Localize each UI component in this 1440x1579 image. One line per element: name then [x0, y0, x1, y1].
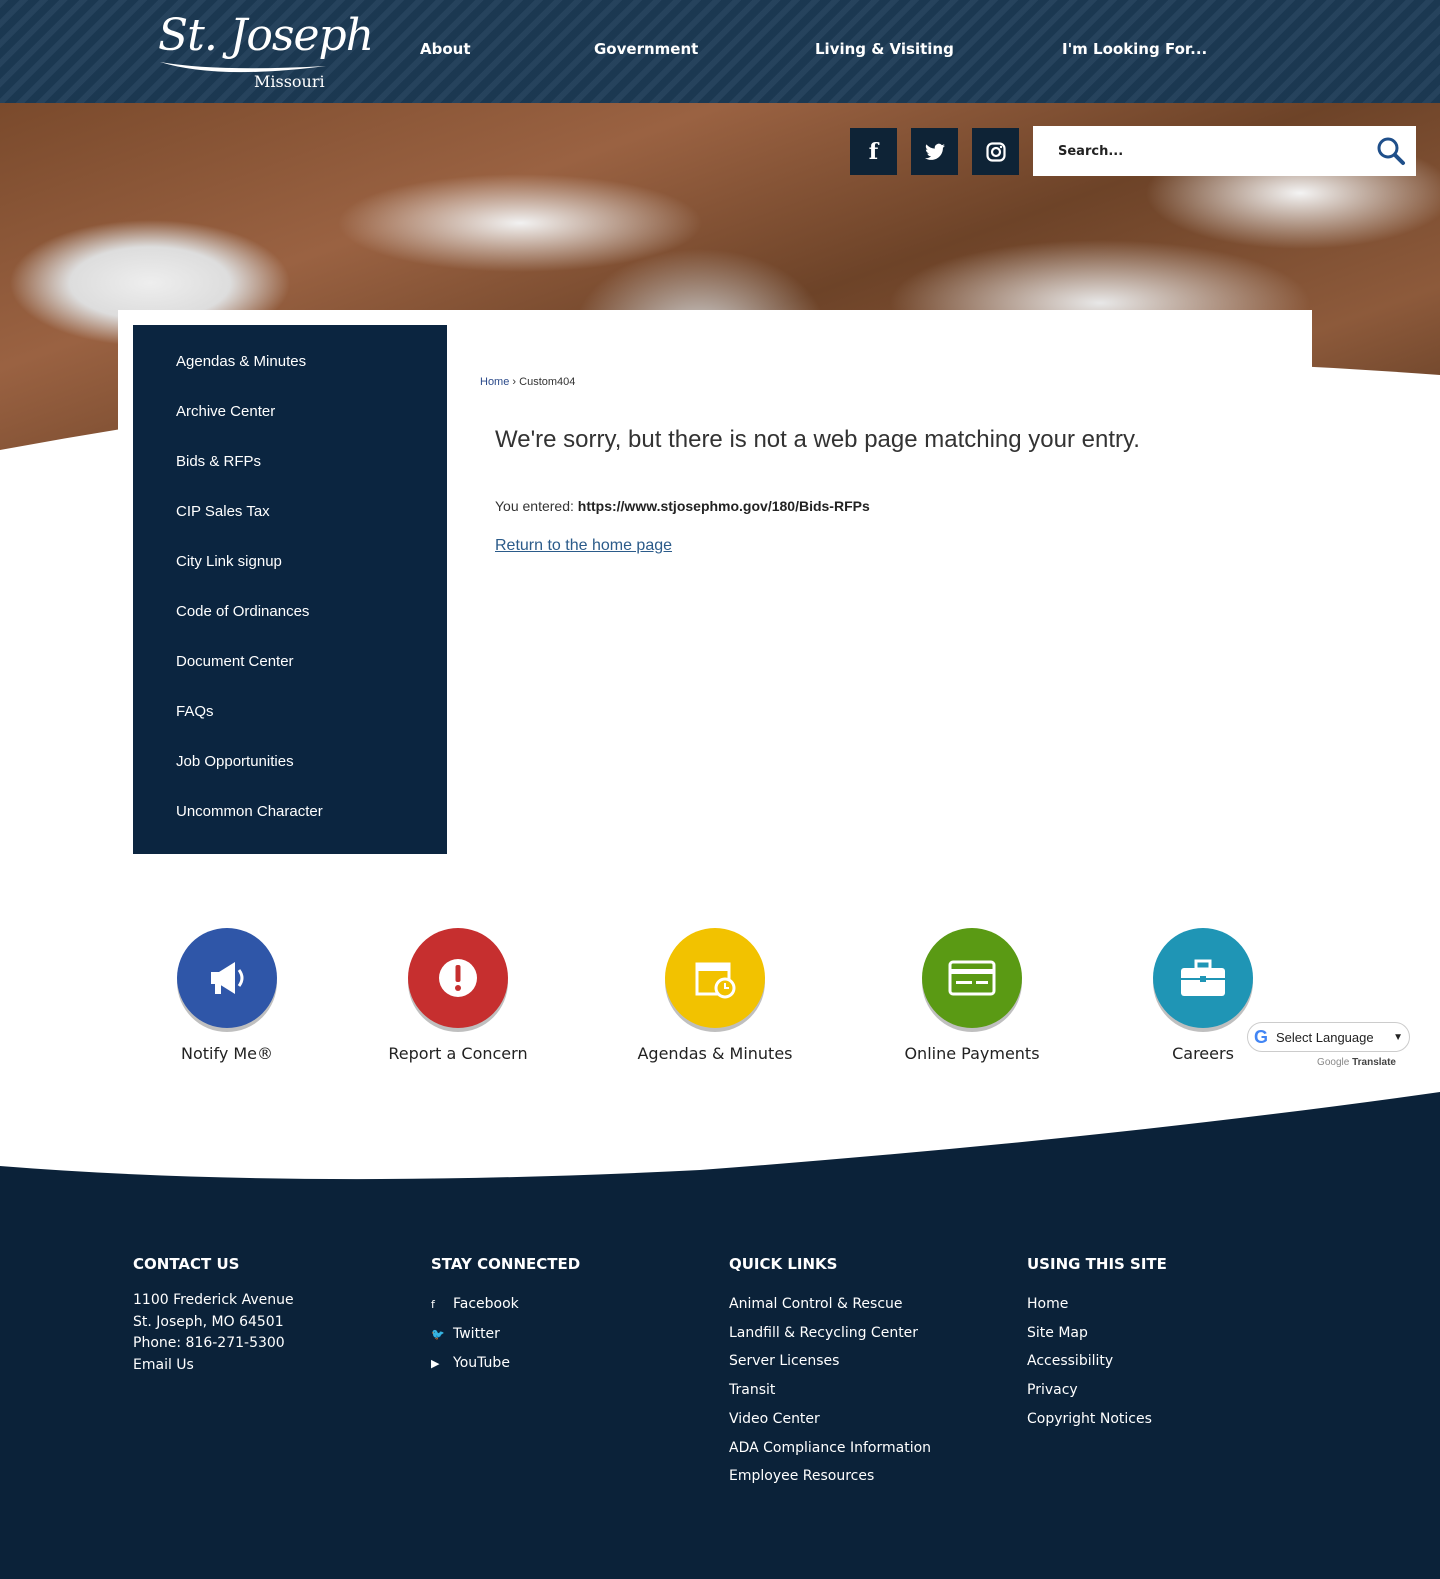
footer-wave [0, 1092, 1440, 1190]
quick-link-agendas-minutes[interactable]: Agendas & Minutes [615, 928, 815, 1063]
quick-link-label: Agendas & Minutes [637, 1044, 793, 1063]
language-select-value: Select Language [1276, 1029, 1374, 1045]
instagram-button[interactable] [972, 128, 1019, 175]
nav-about[interactable]: About [420, 40, 471, 58]
footer-quick-links: QUICK LINKS Animal Control & Rescue Land… [729, 1255, 931, 1491]
site-header: St. Joseph Missouri About Government Liv… [0, 0, 1440, 103]
facebook-icon: f [431, 1298, 435, 1311]
link-label: YouTube [453, 1355, 510, 1372]
instagram-icon [985, 141, 1006, 162]
footer-link[interactable]: ADA Compliance Information [729, 1434, 931, 1463]
briefcase-icon [1153, 928, 1253, 1028]
footer-link[interactable]: Video Center [729, 1405, 931, 1434]
breadcrumb-home[interactable]: Home [480, 376, 509, 388]
nav-living-visiting[interactable]: Living & Visiting [815, 40, 954, 58]
youtube-icon: ▶ [431, 1357, 440, 1371]
footer-link[interactable]: Server Licenses [729, 1347, 931, 1376]
nav-looking-for[interactable]: I'm Looking For... [1062, 40, 1207, 58]
footer-heading: STAY CONNECTED [431, 1255, 581, 1273]
footer-link[interactable]: Privacy [1027, 1376, 1167, 1405]
footer-link[interactable]: Accessibility [1027, 1347, 1167, 1376]
address-line: 1100 Frederick Avenue [133, 1292, 294, 1308]
translate-link[interactable]: Translate [1352, 1057, 1396, 1068]
footer-contact: CONTACT US 1100 Frederick Avenue St. Jos… [133, 1255, 294, 1376]
footer-heading: CONTACT US [133, 1255, 240, 1273]
footer-link[interactable]: Transit [729, 1376, 931, 1405]
phone-line: Phone: 816-271-5300 [133, 1335, 285, 1352]
powered-by: Google Translate [1247, 1057, 1410, 1068]
breadcrumb-current: Custom404 [519, 376, 576, 388]
quick-link-label: Online Payments [904, 1044, 1040, 1063]
return-home-link[interactable]: Return to the home page [495, 537, 672, 555]
entered-url: https://www.stjosephmo.gov/180/Bids-RFPs [577, 498, 870, 514]
sidebar-item-cip-sales-tax[interactable]: CIP Sales Tax [133, 502, 447, 552]
facebook-button[interactable]: f [850, 128, 897, 175]
facebook-icon: f [868, 138, 879, 165]
sidebar-item-bids-rfps[interactable]: Bids & RFPs [133, 452, 447, 502]
sidebar-item-uncommon-character[interactable]: Uncommon Character [133, 802, 447, 852]
footer-heading: USING THIS SITE [1027, 1255, 1167, 1273]
google-text: Google [1317, 1057, 1350, 1068]
quick-link-label: Report a Concern [388, 1044, 528, 1063]
footer-facebook-link[interactable]: f Facebook [431, 1290, 580, 1320]
email-us-link[interactable]: Email Us [133, 1355, 294, 1377]
footer-using-site: USING THIS SITE Home Site Map Accessibil… [1027, 1255, 1167, 1434]
footer-stay-connected: STAY CONNECTED f Facebook 🐦 Twitter ▶ YouTu… [431, 1255, 580, 1379]
sidebar-item-archive-center[interactable]: Archive Center [133, 402, 447, 452]
footer-link[interactable]: Site Map [1027, 1319, 1167, 1348]
megaphone-icon [177, 928, 277, 1028]
google-g-icon: G [1254, 1026, 1269, 1047]
entered-url-text: You entered: https://www.stjosephmo.gov/… [495, 498, 870, 514]
footer-twitter-link[interactable]: 🐦 Twitter [431, 1320, 580, 1350]
search-bar [1033, 126, 1416, 176]
city-line: St. Joseph, MO 64501 [133, 1313, 284, 1330]
twitter-button[interactable] [911, 128, 958, 175]
page-title: We're sorry, but there is not a web page… [495, 426, 1140, 453]
logo-subtext: Missouri [254, 72, 325, 91]
site-footer [0, 1180, 1440, 1579]
entered-label: You entered: [495, 498, 574, 514]
calendar-clock-icon [665, 928, 765, 1028]
quick-link-online-payments[interactable]: Online Payments [872, 928, 1072, 1063]
alert-icon [408, 928, 508, 1028]
language-select[interactable]: G Select Language ▼ [1247, 1022, 1410, 1052]
footer-link[interactable]: Employee Resources [729, 1462, 931, 1491]
quick-link-report-concern[interactable]: Report a Concern [358, 928, 558, 1063]
footer-link[interactable]: Copyright Notices [1027, 1405, 1167, 1434]
footer-link[interactable]: Animal Control & Rescue [729, 1290, 931, 1319]
footer-youtube-link[interactable]: ▶ YouTube [431, 1349, 580, 1379]
sidebar-item-city-link-signup[interactable]: City Link signup [133, 552, 447, 602]
sidebar-item-faqs[interactable]: FAQs [133, 702, 447, 752]
sidebar-item-agendas-minutes[interactable]: Agendas & Minutes [133, 352, 447, 402]
link-label: Facebook [453, 1296, 519, 1312]
search-icon[interactable] [1376, 136, 1406, 166]
sidebar-item-code-of-ordinances[interactable]: Code of Ordinances [133, 602, 447, 652]
google-translate-widget: G Select Language ▼ Google Translate [1247, 1022, 1410, 1068]
link-label: Twitter [453, 1325, 500, 1342]
sidebar-nav: Agendas & Minutes Archive Center Bids & … [133, 325, 447, 854]
twitter-icon [924, 143, 945, 160]
logo-text: St. Joseph [158, 10, 374, 61]
twitter-icon: 🐦 [431, 1327, 445, 1341]
search-input[interactable] [1058, 143, 1358, 159]
footer-heading: QUICK LINKS [729, 1255, 838, 1273]
nav-government[interactable]: Government [594, 40, 698, 58]
quick-link-notify-me[interactable]: Notify Me® [127, 928, 327, 1063]
footer-link[interactable]: Home [1027, 1290, 1167, 1319]
sidebar-item-document-center[interactable]: Document Center [133, 652, 447, 702]
site-logo[interactable]: St. Joseph Missouri [158, 10, 374, 91]
breadcrumb-separator: › [512, 376, 517, 388]
sidebar-item-job-opportunities[interactable]: Job Opportunities [133, 752, 447, 802]
footer-link[interactable]: Landfill & Recycling Center [729, 1319, 931, 1348]
chevron-down-icon: ▼ [1393, 1031, 1403, 1043]
quick-link-label: Notify Me® [180, 1044, 274, 1063]
credit-card-icon [922, 928, 1022, 1028]
breadcrumb: Home › Custom404 [480, 376, 575, 388]
